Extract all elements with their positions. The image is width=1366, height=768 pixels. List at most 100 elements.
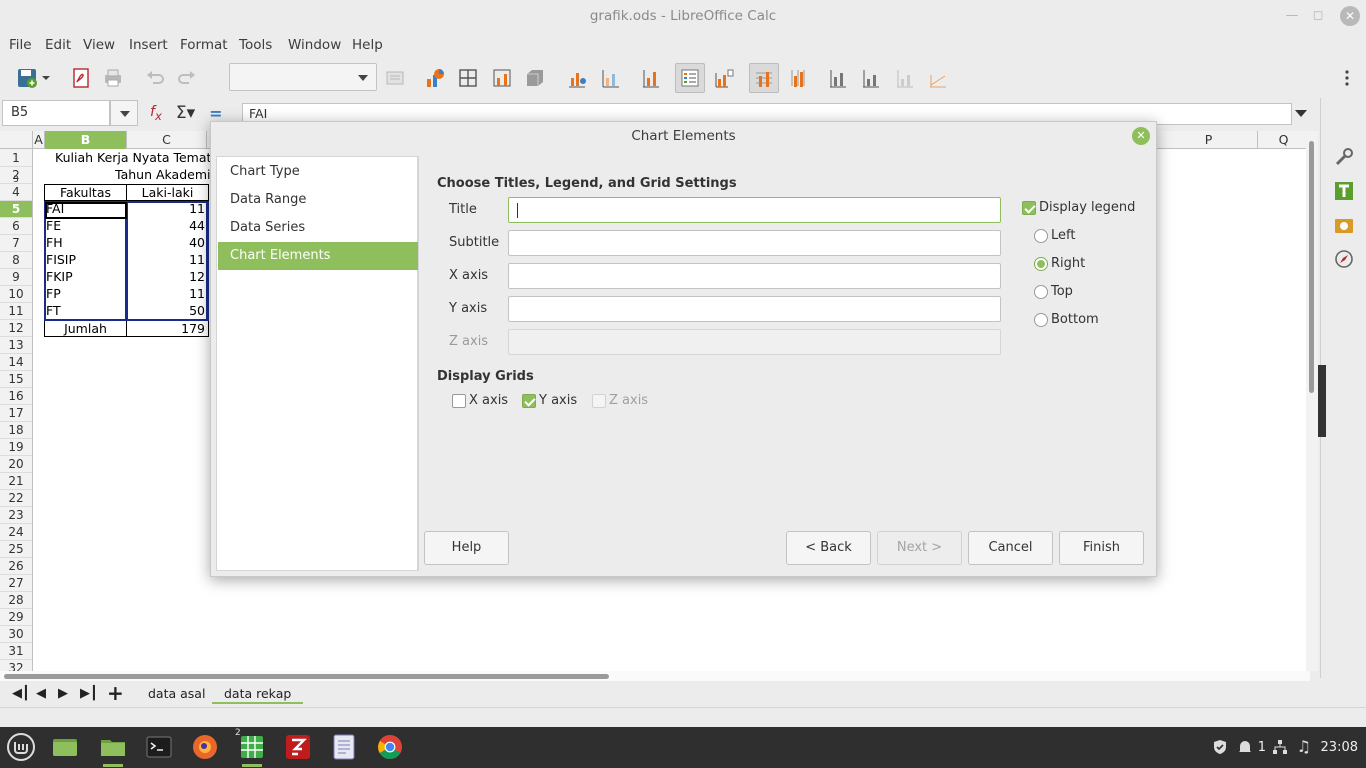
legend-right-label[interactable]: Right [1051,256,1085,271]
chrome-icon[interactable] [376,733,404,761]
row-header-4[interactable]: 4 [0,184,32,201]
legend-top-label[interactable]: Top [1051,284,1073,299]
text-editor-icon[interactable] [330,733,358,761]
row-header-30[interactable]: 30 [0,626,32,643]
firefox-icon[interactable] [191,733,219,761]
clock[interactable]: 23:08 [1321,740,1358,755]
column-header-a[interactable]: A [33,131,45,149]
row-header-14[interactable]: 14 [0,354,32,371]
export-pdf-icon[interactable] [66,63,96,93]
step-chart-elements[interactable]: Chart Elements [218,242,418,270]
row-header-24[interactable]: 24 [0,524,32,541]
more-options-icon[interactable] [1332,63,1362,93]
minimize-icon[interactable]: — [1282,6,1302,26]
total-value-cell[interactable]: 179 [126,320,209,337]
y-axis-input[interactable] [508,296,1001,322]
maximize-icon[interactable]: ◻ [1308,6,1328,26]
menu-insert[interactable]: Insert [129,37,168,53]
menu-view[interactable]: View [83,37,115,53]
row-header-25[interactable]: 25 [0,541,32,558]
menu-file[interactable]: File [9,37,32,53]
grid-y-axis-label[interactable]: Y axis [539,393,577,408]
legend-on-off-icon[interactable] [675,63,705,93]
insert-x-axis-icon[interactable] [823,63,853,93]
row-header-11[interactable]: 11 [0,303,32,320]
network-icon[interactable] [1272,739,1288,759]
horizontal-scroll-thumb[interactable] [4,674,609,679]
tab-data-asal[interactable]: data asal [136,685,217,702]
back-button[interactable]: < Back [786,531,871,565]
last-sheet-icon[interactable]: ▶┃ [80,686,98,701]
legend-bottom-radio[interactable] [1034,313,1048,327]
print-icon[interactable] [98,63,128,93]
menu-tools[interactable]: Tools [239,37,272,53]
row-header-8[interactable]: 8 [0,252,32,269]
name-box-dropdown[interactable] [110,100,138,126]
row-header-13[interactable]: 13 [0,337,32,354]
insert-axes-icon[interactable] [596,63,626,93]
finish-button[interactable]: Finish [1059,531,1144,565]
insert-trend-line-icon[interactable] [923,63,953,93]
name-box[interactable]: B5 [2,100,110,126]
vertical-scrollbar[interactable] [1306,131,1318,671]
row-header-27[interactable]: 27 [0,575,32,592]
vertical-scroll-thumb[interactable] [1309,141,1314,393]
step-chart-type[interactable]: Chart Type [218,158,418,186]
row-header-12[interactable]: 12 [0,320,32,337]
redo-icon[interactable] [172,63,202,93]
step-data-series[interactable]: Data Series [218,214,418,242]
grid-x-axis-label[interactable]: X axis [469,393,508,408]
grid-x-axis-checkbox[interactable] [452,394,466,408]
row-header-21[interactable]: 21 [0,473,32,490]
terminal-icon[interactable] [145,733,173,761]
sidebar-toggle[interactable] [1318,365,1326,437]
row-header-3[interactable]: 3 [0,176,32,185]
horizontal-grids-icon[interactable] [749,63,779,93]
calc-icon[interactable] [238,733,266,761]
sum-icon[interactable]: Σ▾ [176,103,195,123]
title-input[interactable] [508,197,1001,223]
row-header-19[interactable]: 19 [0,439,32,456]
column-header-p[interactable]: P [1160,131,1258,149]
grid-y-axis-checkbox[interactable] [522,394,536,408]
mint-menu-icon[interactable] [7,733,35,761]
sheet-title-line1[interactable]: Kuliah Kerja Nyata Tematik [55,150,222,166]
row-header-1[interactable]: 1 [0,150,32,167]
legend-left-radio[interactable] [1034,229,1048,243]
close-window-icon[interactable]: ✕ [1340,6,1360,26]
row-header-26[interactable]: 26 [0,558,32,575]
subtitle-input[interactable] [508,230,1001,256]
navigator-icon[interactable] [1331,246,1357,272]
row-header-29[interactable]: 29 [0,609,32,626]
insert-titles-icon[interactable] [562,63,592,93]
insert-z-axis-icon[interactable] [890,63,920,93]
step-data-range[interactable]: Data Range [218,186,418,214]
header-laki-laki[interactable]: Laki-laki [126,184,209,201]
row-header-5[interactable]: 5 [0,201,32,218]
chart-wall-icon[interactable] [487,63,517,93]
menu-format[interactable]: Format [180,37,228,53]
notification-icon[interactable] [1237,739,1253,759]
format-selection-icon[interactable] [380,63,410,93]
horizontal-scrollbar[interactable] [0,671,1310,681]
row-header-7[interactable]: 7 [0,235,32,252]
gallery-icon[interactable] [1331,212,1357,238]
column-header-b[interactable]: B [45,131,127,149]
next-sheet-icon[interactable]: ▶ [58,686,68,701]
legend-bottom-label[interactable]: Bottom [1051,312,1099,327]
chart-area-icon[interactable] [453,63,483,93]
add-sheet-icon[interactable]: + [107,681,124,705]
properties-icon[interactable] [1331,144,1357,170]
cancel-button[interactable]: Cancel [968,531,1053,565]
show-desktop-icon[interactable] [51,733,79,761]
menu-help[interactable]: Help [352,37,383,53]
row-header-22[interactable]: 22 [0,490,32,507]
insert-data-labels-icon[interactable] [636,63,666,93]
insert-legend-icon[interactable] [709,63,739,93]
row-header-10[interactable]: 10 [0,286,32,303]
row-header-6[interactable]: 6 [0,218,32,235]
vertical-grids-icon[interactable] [783,63,813,93]
filezilla-icon[interactable] [284,733,312,761]
row-header-17[interactable]: 17 [0,405,32,422]
x-axis-input[interactable] [508,263,1001,289]
